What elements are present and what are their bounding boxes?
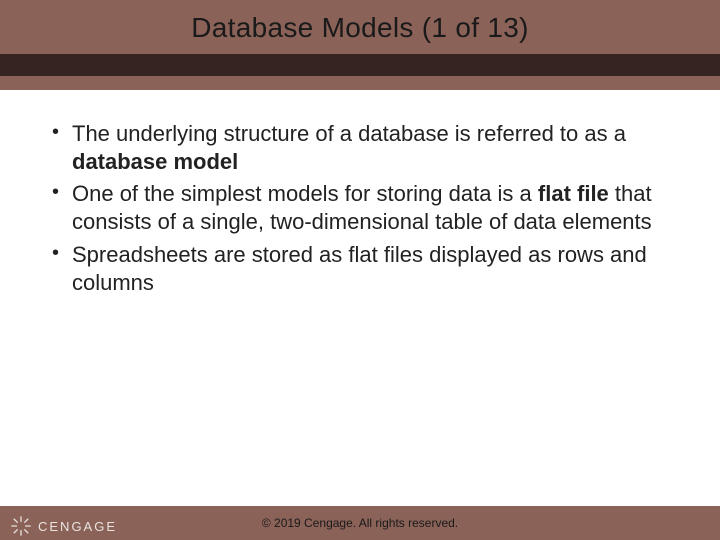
brand-text: CENGAGE bbox=[38, 519, 117, 534]
bullet-text: One of the simplest models for storing d… bbox=[72, 181, 538, 206]
starburst-icon bbox=[10, 515, 32, 537]
slide-title: Database Models (1 of 13) bbox=[191, 12, 528, 44]
content-area: The underlying structure of a database i… bbox=[0, 90, 720, 297]
title-band: Database Models (1 of 13) bbox=[0, 0, 720, 90]
footer-bar: CENGAGE © 2019 Cengage. All rights reser… bbox=[0, 506, 720, 540]
bullet-text: Spreadsheets are stored as flat files di… bbox=[72, 242, 647, 295]
bullet-list: The underlying structure of a database i… bbox=[50, 120, 670, 297]
list-item: Spreadsheets are stored as flat files di… bbox=[50, 241, 670, 297]
brand-logo: CENGAGE bbox=[10, 515, 117, 537]
bullet-bold: database model bbox=[72, 149, 238, 174]
title-underline bbox=[0, 54, 720, 76]
slide: Database Models (1 of 13) The underlying… bbox=[0, 0, 720, 540]
bullet-bold: flat file bbox=[538, 181, 609, 206]
list-item: The underlying structure of a database i… bbox=[50, 120, 670, 176]
list-item: One of the simplest models for storing d… bbox=[50, 180, 670, 236]
copyright-text: © 2019 Cengage. All rights reserved. bbox=[262, 516, 458, 530]
bullet-text: The underlying structure of a database i… bbox=[72, 121, 626, 146]
